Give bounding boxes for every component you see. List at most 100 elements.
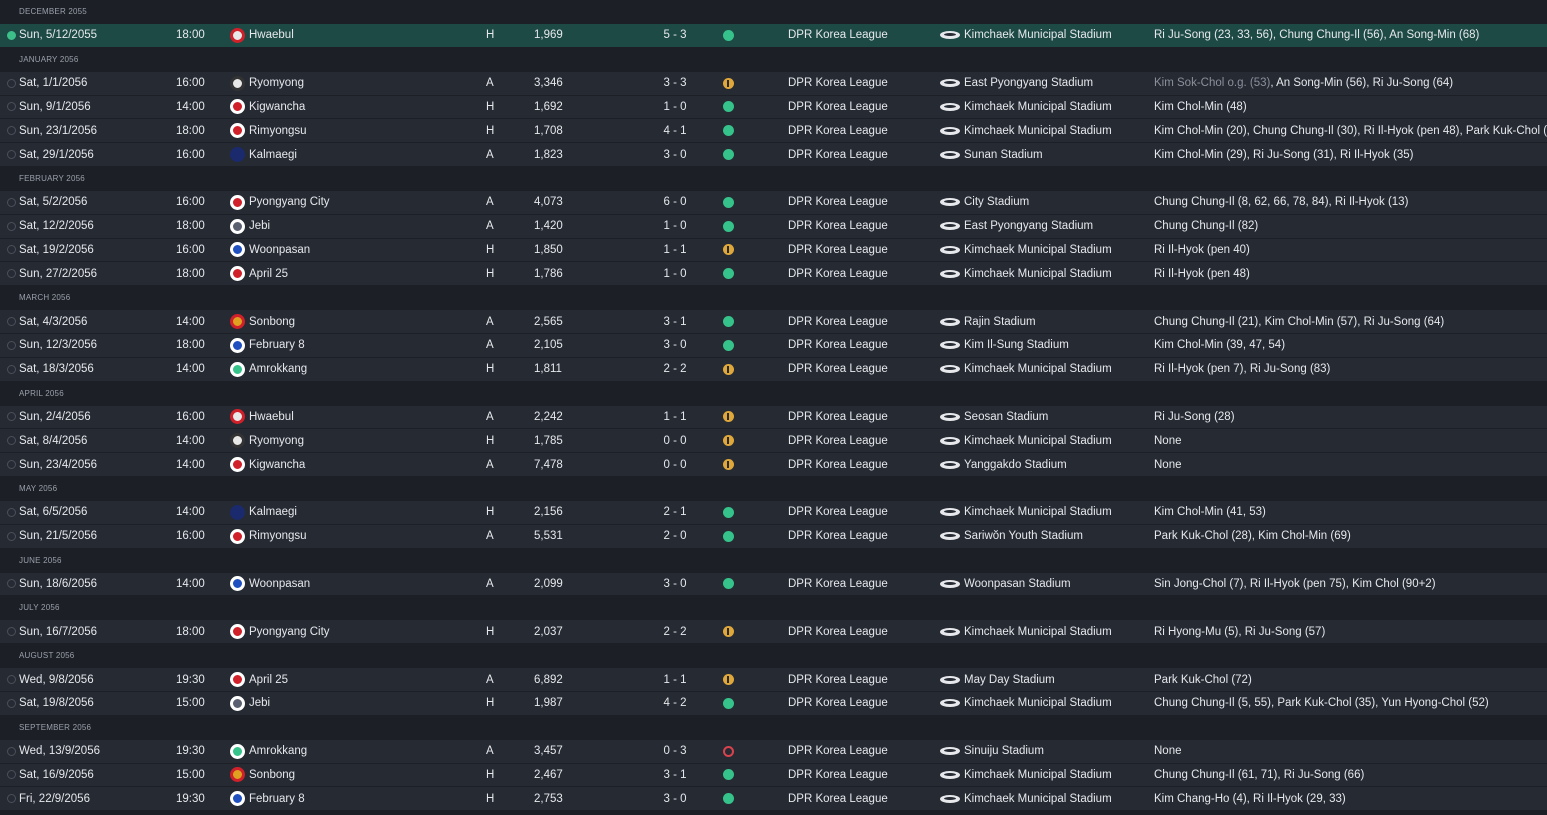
competition-link[interactable]: DPR Korea League: [788, 143, 888, 166]
fixture-row[interactable]: Sun, 21/5/2056 16:00 Rimyongsu A 5,531 2 - 0 D…: [0, 524, 1547, 549]
row-select-checkbox[interactable]: [7, 239, 17, 262]
opponent[interactable]: Kalmaegi: [230, 143, 297, 166]
opponent[interactable]: Hwaebul: [230, 406, 294, 429]
match-score-link[interactable]: 3 - 1: [650, 310, 700, 333]
fixture-row[interactable]: Sun, 5/12/2055 18:00 Hwaebul H 1,969 5 - 3 DPR…: [0, 24, 1547, 48]
opponent[interactable]: Kalmaegi: [230, 501, 297, 524]
row-select-checkbox[interactable]: [7, 453, 17, 476]
opponent[interactable]: Sonbong: [230, 310, 295, 333]
competition-link[interactable]: DPR Korea League: [788, 740, 888, 763]
checkbox-circle-icon[interactable]: [7, 269, 16, 279]
opponent[interactable]: Woonpasan: [230, 573, 310, 596]
row-select-checkbox[interactable]: [7, 191, 17, 214]
row-select-checkbox[interactable]: [7, 406, 17, 429]
match-score-link[interactable]: 3 - 1: [650, 764, 700, 787]
competition-link[interactable]: DPR Korea League: [788, 191, 888, 214]
opponent-name-link[interactable]: Amrokkang: [249, 363, 307, 375]
row-select-checkbox[interactable]: [7, 358, 17, 381]
fixture-row[interactable]: Sat, 5/2/2056 16:00 Pyongyang City A 4,073 6 …: [0, 190, 1547, 215]
competition-link[interactable]: DPR Korea League: [788, 358, 888, 381]
checkbox-circle-icon[interactable]: [7, 150, 16, 160]
opponent[interactable]: April 25: [230, 668, 288, 691]
competition-link[interactable]: DPR Korea League: [788, 668, 888, 691]
row-select-checkbox[interactable]: [7, 740, 17, 763]
fixture-row[interactable]: Sun, 23/4/2056 14:00 Kigwancha A 7,478 0 - 0 D…: [0, 453, 1547, 477]
match-score-link[interactable]: 1 - 1: [650, 406, 700, 429]
opponent-name-link[interactable]: Kalmaegi: [249, 506, 297, 518]
fixture-row[interactable]: Sat, 8/4/2056 14:00 Ryomyong H 1,785 0 - 0 DPR…: [0, 429, 1547, 454]
opponent-name-link[interactable]: April 25: [249, 268, 288, 280]
match-score-link[interactable]: 5 - 3: [650, 24, 700, 47]
fixture-row[interactable]: Wed, 9/8/2056 19:30 April 25 A 6,892 1 - 1 DPR…: [0, 668, 1547, 692]
row-select-checkbox[interactable]: [7, 143, 17, 166]
opponent-name-link[interactable]: February 8: [249, 793, 305, 805]
fixture-row[interactable]: Sat, 19/8/2056 15:00 Jebi H 1,987 4 - 2 DPR Ko…: [0, 691, 1547, 716]
row-select-checkbox[interactable]: [7, 262, 17, 285]
checkbox-circle-icon[interactable]: [7, 221, 16, 231]
competition-link[interactable]: DPR Korea League: [788, 119, 888, 142]
checkbox-circle-icon[interactable]: [7, 436, 16, 446]
competition-link[interactable]: DPR Korea League: [788, 239, 888, 262]
fixture-row[interactable]: Sun, 9/1/2056 14:00 Kigwancha H 1,692 1 - 0 DP…: [0, 95, 1547, 120]
row-select-checkbox[interactable]: [7, 24, 17, 47]
opponent-name-link[interactable]: Jebi: [249, 697, 270, 709]
checkbox-circle-icon[interactable]: [7, 675, 16, 685]
competition-link[interactable]: DPR Korea League: [788, 429, 888, 452]
opponent[interactable]: Pyongyang City: [230, 191, 330, 214]
match-score-link[interactable]: 4 - 2: [650, 692, 700, 715]
fixture-row[interactable]: Sun, 2/4/2056 16:00 Hwaebul A 2,242 1 - 1 DPR …: [0, 405, 1547, 430]
competition-link[interactable]: DPR Korea League: [788, 72, 888, 95]
fixture-row[interactable]: Sat, 29/1/2056 16:00 Kalmaegi A 1,823 3 - 0 DP…: [0, 143, 1547, 167]
fixture-row[interactable]: Sun, 23/1/2056 18:00 Rimyongsu H 1,708 4 - 1 D…: [0, 119, 1547, 144]
row-select-checkbox[interactable]: [7, 72, 17, 95]
opponent-name-link[interactable]: Pyongyang City: [249, 626, 330, 638]
opponent[interactable]: Kigwancha: [230, 96, 305, 119]
opponent[interactable]: Sonbong: [230, 764, 295, 787]
row-select-checkbox[interactable]: [7, 668, 17, 691]
opponent[interactable]: Ryomyong: [230, 429, 304, 452]
row-select-checkbox[interactable]: [7, 215, 17, 238]
checkbox-circle-icon[interactable]: [7, 364, 16, 374]
checkbox-circle-icon[interactable]: [7, 460, 16, 470]
row-select-checkbox[interactable]: [7, 429, 17, 452]
row-select-checkbox[interactable]: [7, 310, 17, 333]
fixture-row[interactable]: Sat, 18/3/2056 14:00 Amrokkang H 1,811 2 - 2 D…: [0, 357, 1547, 382]
checkbox-circle-icon[interactable]: [7, 126, 16, 136]
opponent[interactable]: Hwaebul: [230, 24, 294, 47]
fixture-row[interactable]: Sun, 27/2/2056 18:00 April 25 H 1,786 1 - 0 DP…: [0, 262, 1547, 287]
competition-link[interactable]: DPR Korea League: [788, 215, 888, 238]
opponent[interactable]: April 25: [230, 262, 288, 285]
opponent-name-link[interactable]: Woonpasan: [249, 244, 310, 256]
competition-link[interactable]: DPR Korea League: [788, 764, 888, 787]
opponent[interactable]: Rimyongsu: [230, 525, 307, 548]
opponent-name-link[interactable]: Sonbong: [249, 769, 295, 781]
checkbox-circle-icon[interactable]: [7, 197, 16, 207]
row-select-checkbox[interactable]: [7, 764, 17, 787]
checkbox-circle-icon[interactable]: [7, 245, 16, 255]
match-score-link[interactable]: 3 - 3: [650, 72, 700, 95]
match-score-link[interactable]: 2 - 2: [650, 358, 700, 381]
opponent[interactable]: Rimyongsu: [230, 119, 307, 142]
competition-link[interactable]: DPR Korea League: [788, 310, 888, 333]
opponent[interactable]: Jebi: [230, 692, 270, 715]
checkbox-circle-icon[interactable]: [7, 340, 16, 350]
match-score-link[interactable]: 2 - 1: [650, 501, 700, 524]
checkbox-circle-icon[interactable]: [7, 507, 16, 517]
opponent[interactable]: Jebi: [230, 215, 270, 238]
opponent-name-link[interactable]: Ryomyong: [249, 435, 304, 447]
match-score-link[interactable]: 0 - 0: [650, 429, 700, 452]
opponent-name-link[interactable]: Ryomyong: [249, 77, 304, 89]
row-select-checkbox[interactable]: [7, 692, 17, 715]
checkbox-circle-icon[interactable]: [7, 412, 16, 422]
opponent-name-link[interactable]: February 8: [249, 339, 305, 351]
checkbox-circle-icon[interactable]: [7, 746, 16, 756]
opponent[interactable]: Ryomyong: [230, 72, 304, 95]
row-select-checkbox[interactable]: [7, 119, 17, 142]
opponent[interactable]: Amrokkang: [230, 740, 307, 763]
competition-link[interactable]: DPR Korea League: [788, 525, 888, 548]
opponent[interactable]: Kigwancha: [230, 453, 305, 476]
match-score-link[interactable]: 3 - 0: [650, 334, 700, 357]
checkbox-circle-icon[interactable]: [7, 531, 16, 541]
opponent-name-link[interactable]: Sonbong: [249, 316, 295, 328]
match-score-link[interactable]: 1 - 1: [650, 668, 700, 691]
